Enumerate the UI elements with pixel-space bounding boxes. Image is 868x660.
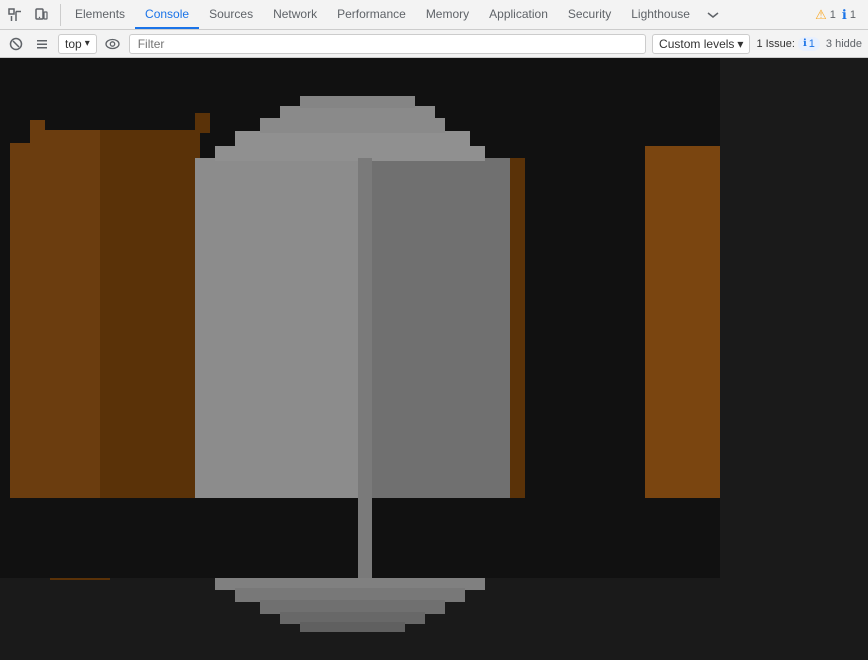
- tab-security[interactable]: Security: [558, 0, 621, 29]
- tab-application[interactable]: Application: [479, 0, 558, 29]
- warning-icon: ⚠: [815, 7, 827, 23]
- px21: [30, 120, 45, 132]
- issue-count-badge: ℹ 1: [798, 37, 820, 51]
- tab-list: Elements Console Sources Network Perform…: [65, 0, 807, 29]
- px12: [280, 106, 435, 120]
- alert-group: ⚠ 1 ℹ 1: [807, 7, 864, 23]
- info-small-icon: ℹ: [803, 38, 807, 49]
- settings-button[interactable]: [32, 34, 52, 54]
- devtools-tabbar: Elements Console Sources Network Perform…: [0, 0, 868, 30]
- console-toolbar: top ▾ Custom levels ▾ 1 Issue: ℹ 1 3 hid…: [0, 30, 868, 58]
- hidden-messages-badge: 3 hidde: [826, 38, 862, 50]
- device-toolbar-button[interactable]: [30, 4, 52, 26]
- tab-overflow-button[interactable]: [700, 0, 726, 29]
- px6: [195, 113, 210, 133]
- inspect-element-button[interactable]: [4, 4, 26, 26]
- info-icon: ℹ: [842, 7, 847, 23]
- px5: [100, 130, 200, 157]
- px25: [358, 158, 372, 578]
- toolbar-icon-group: [4, 4, 61, 26]
- px10: [235, 131, 470, 148]
- px13: [300, 96, 415, 108]
- custom-levels-dropdown[interactable]: Custom levels ▾: [652, 34, 750, 54]
- info-badge[interactable]: ℹ 1: [842, 7, 856, 23]
- tab-performance[interactable]: Performance: [327, 0, 416, 29]
- tab-network[interactable]: Network: [263, 0, 327, 29]
- px1: [10, 143, 30, 158]
- clear-console-button[interactable]: [6, 34, 26, 54]
- px2: [10, 158, 105, 533]
- console-content: [0, 58, 868, 660]
- tab-sources[interactable]: Sources: [199, 0, 263, 29]
- levels-chevron-icon: ▾: [737, 37, 743, 51]
- px9: [215, 146, 485, 161]
- px18: [300, 622, 405, 632]
- tab-memory[interactable]: Memory: [416, 0, 479, 29]
- issue-badge[interactable]: 1 Issue: ℹ 1: [756, 37, 819, 51]
- context-selector[interactable]: top ▾: [58, 34, 97, 54]
- tab-lighthouse[interactable]: Lighthouse: [621, 0, 700, 29]
- px11: [260, 118, 445, 133]
- px4: [100, 153, 200, 533]
- chevron-down-icon: ▾: [85, 38, 90, 49]
- filter-input[interactable]: [129, 34, 646, 54]
- warning-badge[interactable]: ⚠ 1: [815, 7, 836, 23]
- tab-elements[interactable]: Elements: [65, 0, 135, 29]
- tab-console[interactable]: Console: [135, 0, 199, 29]
- pixel-art-image: [0, 58, 720, 578]
- live-expressions-button[interactable]: [103, 34, 123, 54]
